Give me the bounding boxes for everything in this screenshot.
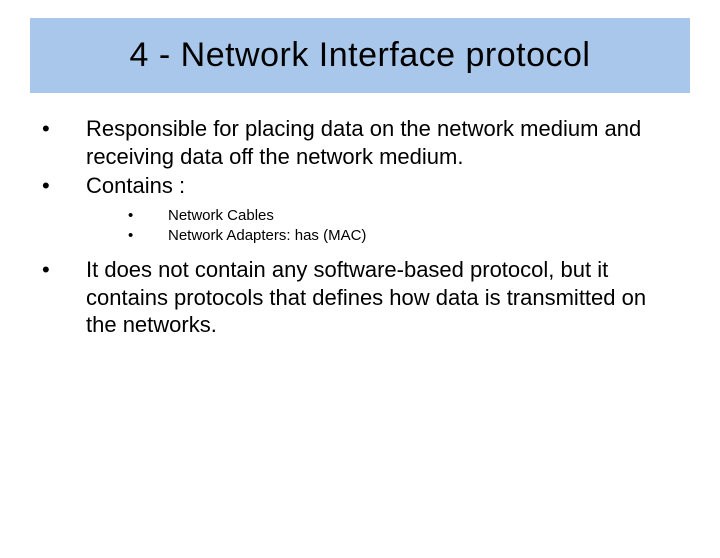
slide: 4 - Network Interface protocol • Respons… bbox=[0, 18, 720, 558]
sub-bullet-text: Network Adapters: has (MAC) bbox=[168, 226, 680, 246]
sub-bullet-item: • Network Adapters: has (MAC) bbox=[40, 226, 680, 246]
sub-bullet-text: Network Cables bbox=[168, 206, 680, 226]
bullet-mark: • bbox=[40, 115, 86, 143]
slide-title-bar: 4 - Network Interface protocol bbox=[30, 18, 690, 93]
sub-bullet-item: • Network Cables bbox=[40, 206, 680, 226]
bullet-item: • Contains : bbox=[40, 172, 680, 200]
bullet-mark: • bbox=[40, 172, 86, 200]
bullet-item: • Responsible for placing data on the ne… bbox=[40, 115, 680, 170]
bullet-item: • It does not contain any software-based… bbox=[40, 256, 680, 339]
bullet-text: Contains : bbox=[86, 172, 680, 200]
bullet-mark: • bbox=[40, 256, 86, 284]
bullet-text: It does not contain any software-based p… bbox=[86, 256, 680, 339]
slide-title: 4 - Network Interface protocol bbox=[130, 36, 591, 74]
sub-bullet-list: • Network Cables • Network Adapters: has… bbox=[40, 206, 680, 247]
sub-bullet-mark: • bbox=[128, 226, 168, 246]
sub-bullet-mark: • bbox=[128, 206, 168, 226]
bullet-text: Responsible for placing data on the netw… bbox=[86, 115, 680, 170]
slide-body: • Responsible for placing data on the ne… bbox=[40, 115, 680, 339]
